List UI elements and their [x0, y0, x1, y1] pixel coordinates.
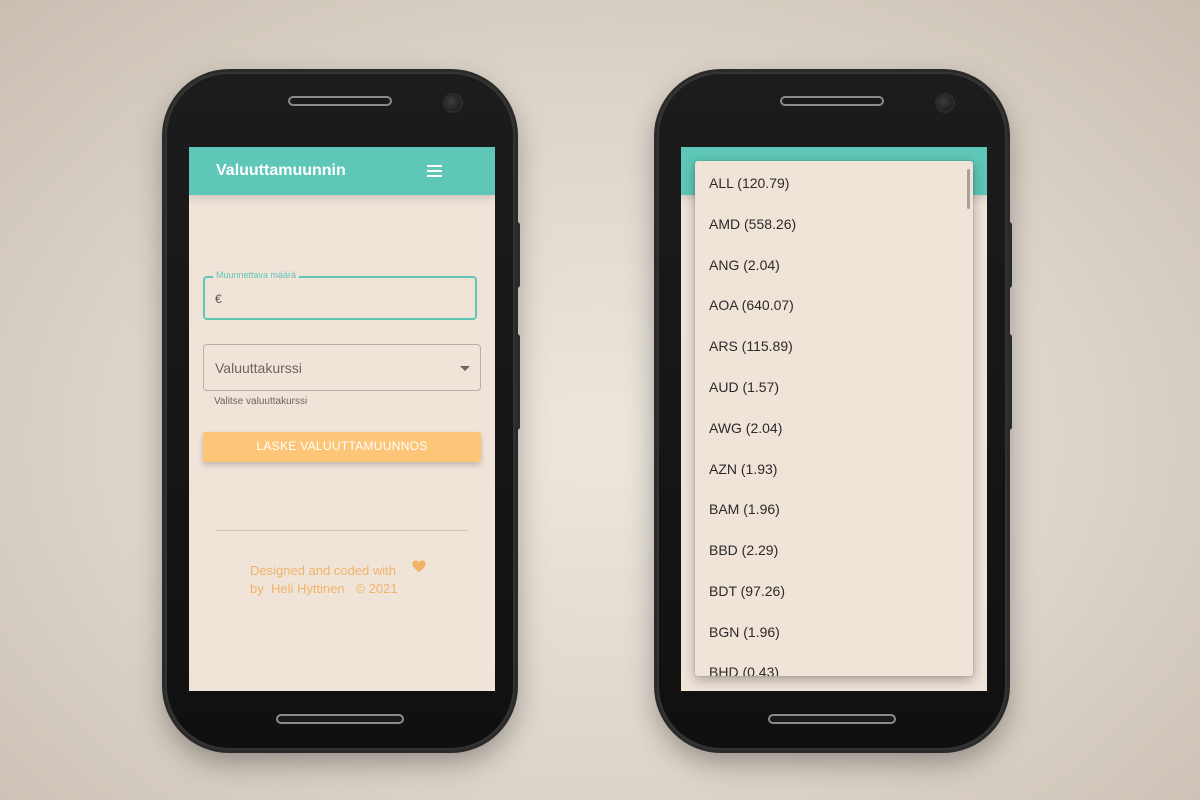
- currency-option[interactable]: AOA (640.07): [695, 285, 973, 326]
- currency-option[interactable]: BGN (1.96): [695, 612, 973, 653]
- footer-designed-text: Designed and coded with: [250, 563, 396, 578]
- phone-mockup-left: Valuuttamuunnin Muunnettava määrä € Valu…: [165, 72, 520, 750]
- phone-speaker: [290, 98, 390, 104]
- currency-option[interactable]: BBD (2.29): [695, 530, 973, 571]
- phone-home-bar: [278, 716, 402, 722]
- phone-home-bar: [770, 716, 894, 722]
- app-screen-right: ALL (120.79) AMD (558.26) ANG (2.04) AOA…: [681, 147, 987, 691]
- dropdown-caret-icon[interactable]: [460, 366, 470, 371]
- phone-camera: [445, 95, 461, 111]
- phone-volume-button: [515, 334, 520, 430]
- footer-credit: by Heli Hyttinen © 2021: [250, 581, 398, 596]
- app-bar: Valuuttamuunnin: [189, 147, 495, 195]
- app-screen-left: Valuuttamuunnin Muunnettava määrä € Valu…: [189, 147, 495, 691]
- footer-by: by: [250, 581, 264, 596]
- dropdown-scrollbar[interactable]: [967, 169, 970, 209]
- currency-option[interactable]: ANG (2.04): [695, 245, 973, 286]
- phone-side-button: [1007, 222, 1012, 288]
- euro-prefix: €: [215, 292, 222, 306]
- footer-author: Heli Hyttinen: [270, 581, 345, 596]
- rate-select-placeholder: Valuuttakurssi: [215, 360, 302, 376]
- calculate-button[interactable]: LASKE VALUUTTAMUUNNOS: [203, 432, 481, 462]
- phone-speaker: [782, 98, 882, 104]
- rate-select-helper: Valitse valuuttakurssi: [214, 396, 308, 407]
- currency-option[interactable]: BDT (97.26): [695, 571, 973, 612]
- phone-camera: [937, 95, 953, 111]
- phone-side-button: [515, 222, 520, 288]
- menu-icon[interactable]: [427, 165, 442, 177]
- footer-copyright: © 2021: [355, 581, 398, 596]
- currency-option[interactable]: AWG (2.04): [695, 408, 973, 449]
- currency-option[interactable]: ARS (115.89): [695, 326, 973, 367]
- phone-mockup-right: ALL (120.79) AMD (558.26) ANG (2.04) AOA…: [657, 72, 1012, 750]
- amount-field[interactable]: Muunnettava määrä €: [203, 270, 477, 320]
- heart-icon: [412, 560, 426, 573]
- currency-dropdown-menu[interactable]: ALL (120.79) AMD (558.26) ANG (2.04) AOA…: [695, 161, 973, 676]
- currency-option[interactable]: AUD (1.57): [695, 367, 973, 408]
- rate-select[interactable]: Valuuttakurssi: [203, 344, 481, 391]
- currency-option[interactable]: BAM (1.96): [695, 489, 973, 530]
- phone-volume-button: [1007, 334, 1012, 430]
- footer-divider: [215, 530, 468, 531]
- currency-option[interactable]: ALL (120.79): [695, 163, 973, 204]
- amount-field-label: Muunnettava määrä: [213, 270, 300, 280]
- currency-option[interactable]: BHD (0.43): [695, 652, 973, 676]
- currency-option[interactable]: AZN (1.93): [695, 449, 973, 490]
- app-title: Valuuttamuunnin: [216, 162, 346, 179]
- currency-option[interactable]: AMD (558.26): [695, 204, 973, 245]
